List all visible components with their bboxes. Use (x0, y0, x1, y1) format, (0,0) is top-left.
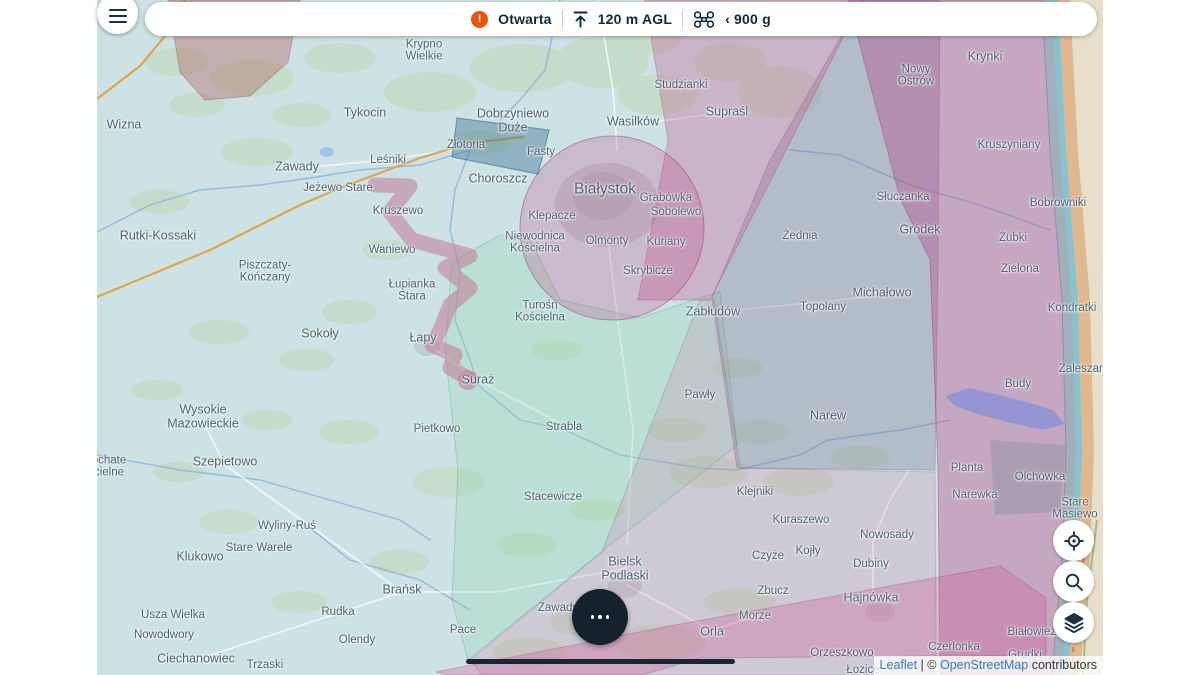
magnifier-icon (1062, 570, 1086, 594)
locate-button[interactable] (1053, 520, 1094, 561)
zone-ctr-circle[interactable] (520, 136, 704, 320)
zone-dark-teal[interactable] (452, 118, 549, 174)
divider (682, 10, 683, 29)
crosshair-icon (1062, 529, 1086, 553)
altitude-limit-label: 120 m AGL (598, 11, 672, 27)
hamburger-icon (109, 9, 127, 24)
map-attribution: Leaflet | © OpenStreetMap contributors (874, 656, 1103, 675)
zone-narew-park-end (458, 370, 478, 390)
layers-icon (1062, 611, 1086, 635)
leaflet-link[interactable]: Leaflet (880, 658, 918, 672)
attribution-suffix: contributors (1028, 658, 1097, 672)
search-button[interactable] (1053, 561, 1094, 602)
ellipsis-icon (591, 615, 610, 619)
map-canvas[interactable] (97, 0, 1103, 675)
timeline-bar[interactable] (466, 659, 735, 664)
app-window: Krypno WielkieNowy OstrówKrynkiStudziank… (0, 0, 1200, 675)
zone-grey-notch (990, 440, 1066, 515)
attribution-separator: | © (917, 658, 940, 672)
osm-link[interactable]: OpenStreetMap (940, 658, 1028, 672)
more-options-button[interactable] (572, 589, 628, 645)
small-lake (320, 147, 334, 157)
divider (562, 10, 563, 29)
map[interactable]: Krypno WielkieNowy OstrówKrynkiStudziank… (97, 0, 1103, 675)
weight-limit-label: ‹ 900 g (725, 11, 771, 27)
max-height-icon (573, 11, 588, 28)
warning-icon: ! (471, 11, 488, 28)
layers-button[interactable] (1053, 602, 1094, 643)
airspace-status-label: Otwarta (498, 11, 552, 27)
status-bar[interactable]: ! Otwarta 120 m AGL ‹ 900 g (145, 2, 1097, 36)
drone-icon (693, 10, 715, 29)
